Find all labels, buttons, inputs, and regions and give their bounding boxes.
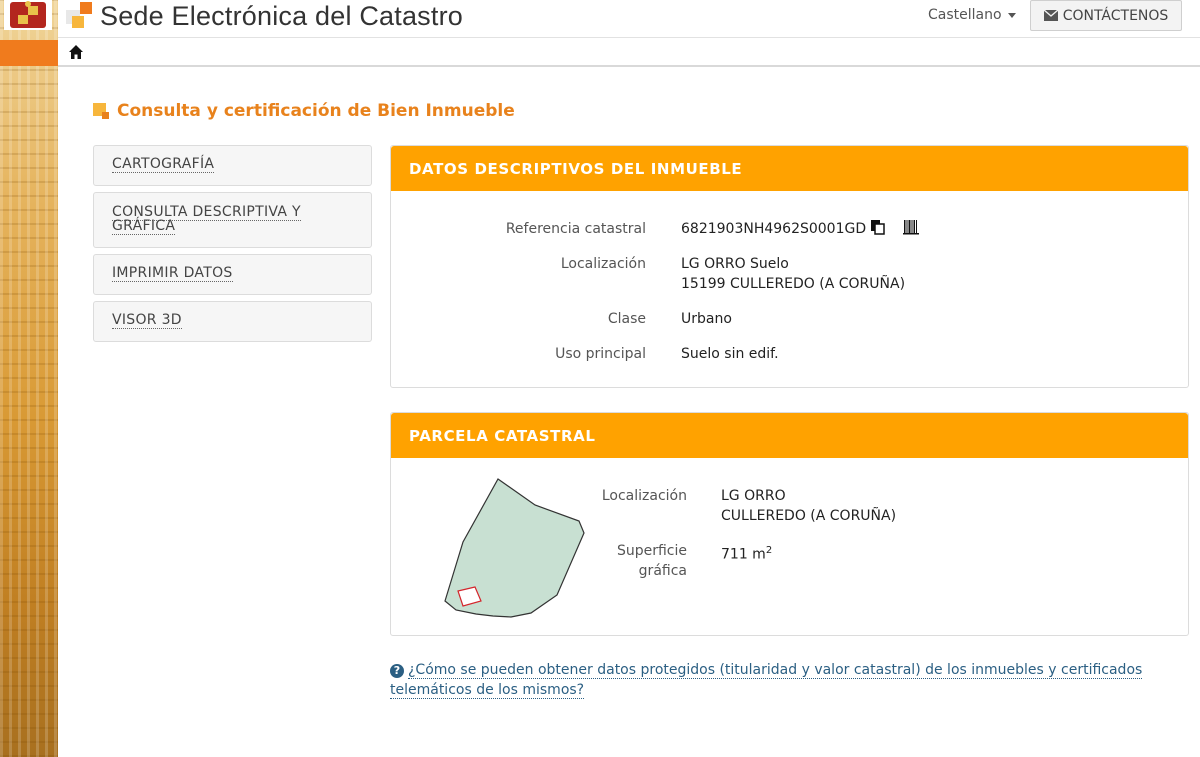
parcela-localizacion-line1: LG ORRO bbox=[721, 488, 786, 504]
menu-item-imprimir-datos[interactable]: IMPRIMIR DATOS bbox=[93, 254, 372, 295]
referencia-value-row: 6821903NH4962S0001GD bbox=[681, 219, 920, 239]
clase-value: Urbano bbox=[681, 311, 732, 327]
superficie-label-2: gráfica bbox=[638, 563, 687, 579]
superficie-value-row: 711 m2 bbox=[721, 541, 772, 565]
contact-button[interactable]: CONTÁCTENOS bbox=[1030, 0, 1182, 31]
localizacion-line1: LG ORRO Suelo bbox=[681, 256, 789, 272]
datos-descriptivos-panel: DATOS DESCRIPTIVOS DEL INMUEBLE Referenc… bbox=[390, 145, 1189, 388]
breadcrumb bbox=[58, 39, 1200, 67]
panel-title: DATOS DESCRIPTIVOS DEL INMUEBLE bbox=[391, 146, 1188, 191]
caret-down-icon bbox=[1007, 12, 1016, 18]
header: Sede Electrónica del Catastro Castellano… bbox=[58, 0, 1200, 38]
parcela-catastral-panel: PARCELA CATASTRAL Localización LG ORRO C… bbox=[390, 412, 1189, 636]
menu-item-label: CONSULTA DESCRIPTIVA Y GRÁFICA bbox=[112, 204, 301, 235]
side-orange-tab bbox=[0, 40, 58, 66]
envelope-icon bbox=[1043, 10, 1058, 21]
language-selector[interactable]: Castellano bbox=[928, 6, 1016, 24]
superficie-unit-sup: 2 bbox=[765, 545, 773, 556]
localizacion-line2: 15199 CULLEREDO (A CORUÑA) bbox=[681, 276, 906, 292]
menu-item-cartografia[interactable]: CARTOGRAFÍA bbox=[93, 145, 372, 186]
catastro-logo-icon bbox=[66, 2, 92, 28]
spain-coat-of-arms-icon bbox=[4, 0, 52, 30]
home-icon[interactable] bbox=[68, 44, 84, 60]
localizacion-label: Localización bbox=[560, 256, 646, 272]
panel-title: PARCELA CATASTRAL bbox=[391, 413, 1188, 458]
clase-label: Clase bbox=[607, 311, 646, 327]
superficie-label-1: Superficie bbox=[616, 543, 687, 559]
language-label: Castellano bbox=[928, 7, 1002, 23]
site-title: Sede Electrónica del Catastro bbox=[100, 1, 463, 31]
parcela-localizacion-label: Localización bbox=[601, 488, 687, 504]
question-circle-icon: ? bbox=[390, 664, 404, 678]
menu-item-label: VISOR 3D bbox=[112, 312, 182, 329]
menu-item-label: IMPRIMIR DATOS bbox=[112, 265, 233, 282]
contact-label: CONTÁCTENOS bbox=[1062, 7, 1169, 24]
referencia-label: Referencia catastral bbox=[505, 221, 646, 237]
side-menu: CARTOGRAFÍA CONSULTA DESCRIPTIVA Y GRÁFI… bbox=[93, 145, 372, 348]
superficie-value: 711 m bbox=[721, 546, 766, 563]
menu-item-visor-3d[interactable]: VISOR 3D bbox=[93, 301, 372, 342]
menu-item-label: CARTOGRAFÍA bbox=[112, 156, 215, 173]
page-heading: Consulta y certificación de Bien Inmuebl… bbox=[93, 101, 515, 121]
menu-item-consulta-descriptiva[interactable]: CONSULTA DESCRIPTIVA Y GRÁFICA bbox=[93, 192, 372, 248]
page-title: Consulta y certificación de Bien Inmuebl… bbox=[117, 101, 515, 121]
uso-label: Uso principal bbox=[555, 346, 646, 362]
barcode-icon[interactable] bbox=[903, 219, 920, 235]
copy-icon[interactable] bbox=[870, 219, 885, 235]
side-decorative-strip bbox=[0, 0, 58, 757]
orange-square-icon bbox=[93, 103, 109, 119]
parcela-localizacion-line2: CULLEREDO (A CORUÑA) bbox=[721, 508, 897, 524]
referencia-value: 6821903NH4962S0001GD bbox=[681, 221, 867, 237]
help-link-text: ¿Cómo se pueden obtener datos protegidos… bbox=[390, 662, 1143, 699]
help-link[interactable]: ? ¿Cómo se pueden obtener datos protegido… bbox=[390, 660, 1180, 700]
uso-value: Suelo sin edif. bbox=[681, 346, 779, 362]
